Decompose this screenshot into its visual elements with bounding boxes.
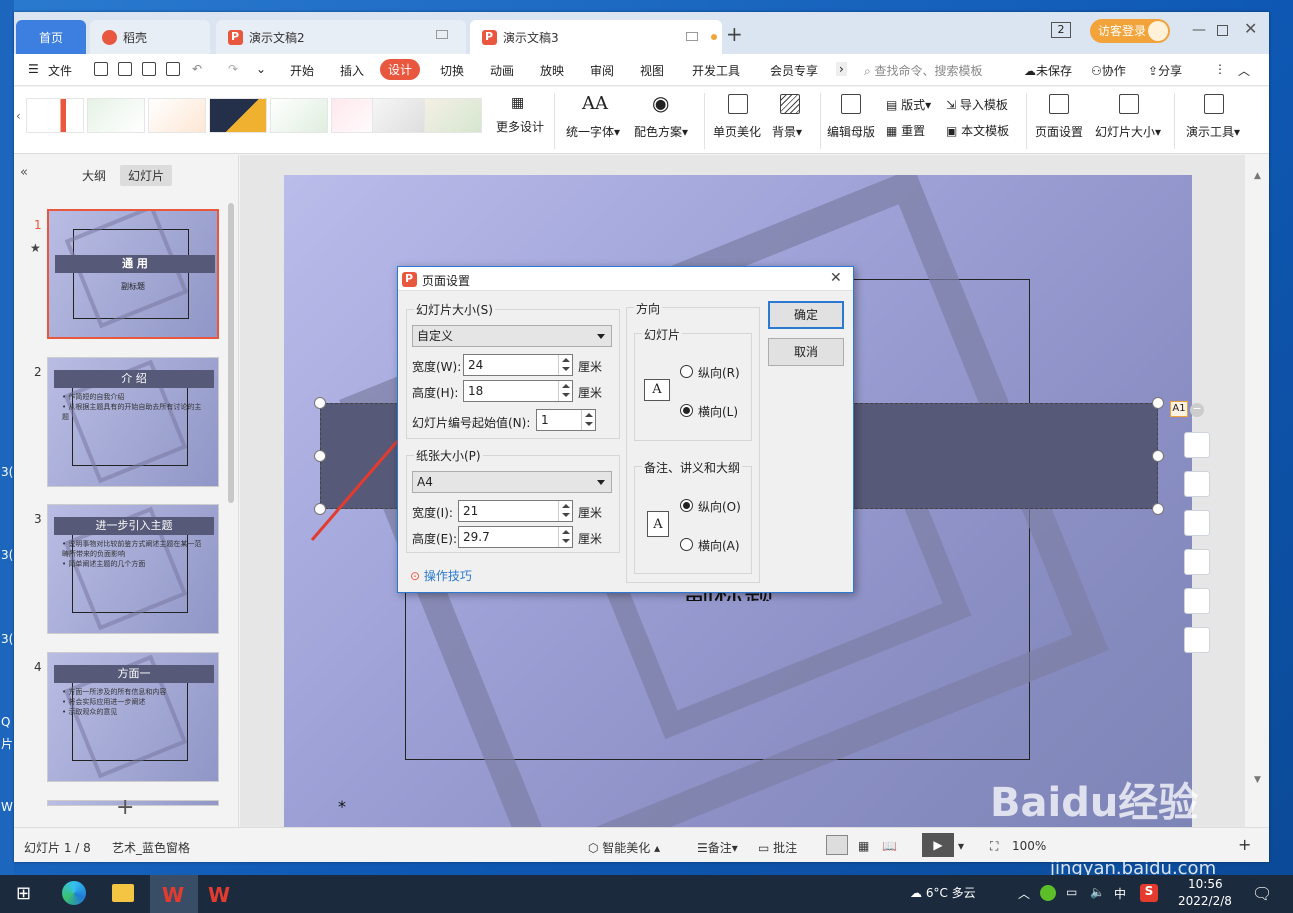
ok-button[interactable]: 确定 [768,301,844,329]
paper-size-select[interactable]: A4 [412,471,612,493]
notes-portrait-radio[interactable] [680,499,693,512]
clock-date[interactable]: 2022/2/8 [1178,894,1232,908]
width-label: 宽度(W): [412,360,462,374]
start-number-label: 幻灯片编号起始值(N): [412,416,531,430]
taskbar: ⊞ W W ☁ 6°C 多云 ︿ ▭ 🔈 中 S 10:56 2022/2/8 … [0,875,1293,913]
tray-app-icon[interactable] [1040,885,1056,901]
notes-orientation-label: 备注、讲义和大纲 [642,459,743,476]
wps-app-icon [402,272,417,287]
cloud-icon: ☁ [910,886,926,900]
dialog-close-icon[interactable]: ✕ [830,270,842,286]
portrait-radio[interactable] [680,365,693,378]
notes-landscape-radio[interactable] [680,538,693,551]
notes-portrait-label: 纵向(O) [698,500,741,514]
wps-w-icon: W [162,883,185,907]
paper-height-stepper[interactable] [558,527,572,547]
height-value: 18 [468,384,484,398]
watermark-logo: Baidu经验 [990,780,1199,826]
weather-label: 6°C 多云 [925,886,976,900]
width-field[interactable]: 24 [463,354,573,376]
paper-width-label: 宽度(I): [412,506,453,520]
paper-size-group-label: 纸张大小(P) [414,447,483,464]
notification-icon[interactable]: 🗨 [1252,884,1272,903]
wps-w-icon[interactable]: W [208,883,230,907]
width-stepper[interactable] [558,355,572,375]
tray-expand-icon[interactable]: ︿ [1018,885,1030,902]
start-number-value: 1 [541,413,549,427]
paper-height-field[interactable]: 29.7 [458,526,573,548]
start-number-stepper[interactable] [581,410,595,430]
start-number-field[interactable]: 1 [536,409,596,431]
ime-indicator[interactable]: 中 [1114,885,1126,902]
landscape-radio[interactable] [680,404,693,417]
tips-link[interactable]: ⊙ 操作技巧 [410,567,472,584]
paper-width-unit: 厘米 [578,506,603,520]
play-circle-icon: ⊙ [410,569,424,583]
height-stepper[interactable] [558,381,572,401]
network-icon[interactable]: ▭ [1066,885,1077,899]
paper-height-unit: 厘米 [578,532,603,546]
chevron-down-icon [597,334,605,339]
slide-size-select[interactable]: 自定义 [412,325,612,347]
slide-size-group-label: 幻灯片大小(S) [414,301,495,318]
edge-browser-icon[interactable] [62,881,86,905]
height-field[interactable]: 18 [463,380,573,402]
paper-height-label: 高度(E): [412,532,457,546]
width-value: 24 [468,358,484,372]
windows-start-icon[interactable]: ⊞ [16,883,31,904]
paper-size-select-value: A4 [417,475,433,489]
portrait-page-icon: A [647,511,669,537]
portrait-label: 纵向(R) [698,366,740,380]
slide-orientation-label: 幻灯片 [642,326,683,343]
orientation-group-label: 方向 [634,300,663,317]
clock-time[interactable]: 10:56 [1188,877,1223,891]
volume-icon[interactable]: 🔈 [1090,885,1105,899]
cancel-button[interactable]: 取消 [768,338,844,366]
dialog-title-bar: 页面设置 ✕ [398,267,853,291]
paper-height-value: 29.7 [463,530,490,544]
dialog-title: 页面设置 [422,274,471,288]
weather-widget[interactable]: ☁ 6°C 多云 [910,884,976,901]
sogou-ime-icon[interactable]: S [1140,884,1158,902]
height-label: 高度(H): [412,386,459,400]
width-unit: 厘米 [578,360,603,374]
tips-label: 操作技巧 [423,569,472,583]
landscape-page-icon: A [644,379,670,401]
paper-width-stepper[interactable] [558,501,572,521]
file-explorer-icon[interactable] [112,884,134,902]
paper-width-value: 21 [463,504,479,518]
notes-landscape-label: 横向(A) [698,539,740,553]
wps-taskbar-active[interactable]: W [150,875,198,913]
paper-width-field[interactable]: 21 [458,500,573,522]
page-setup-dialog: 页面设置 ✕ 幻灯片大小(S) 自定义 宽度(W): 24 厘米 高度(H): … [397,266,854,593]
chevron-down-icon [597,480,605,485]
landscape-label: 横向(L) [698,405,739,419]
height-unit: 厘米 [578,386,603,400]
slide-size-select-value: 自定义 [417,329,454,343]
